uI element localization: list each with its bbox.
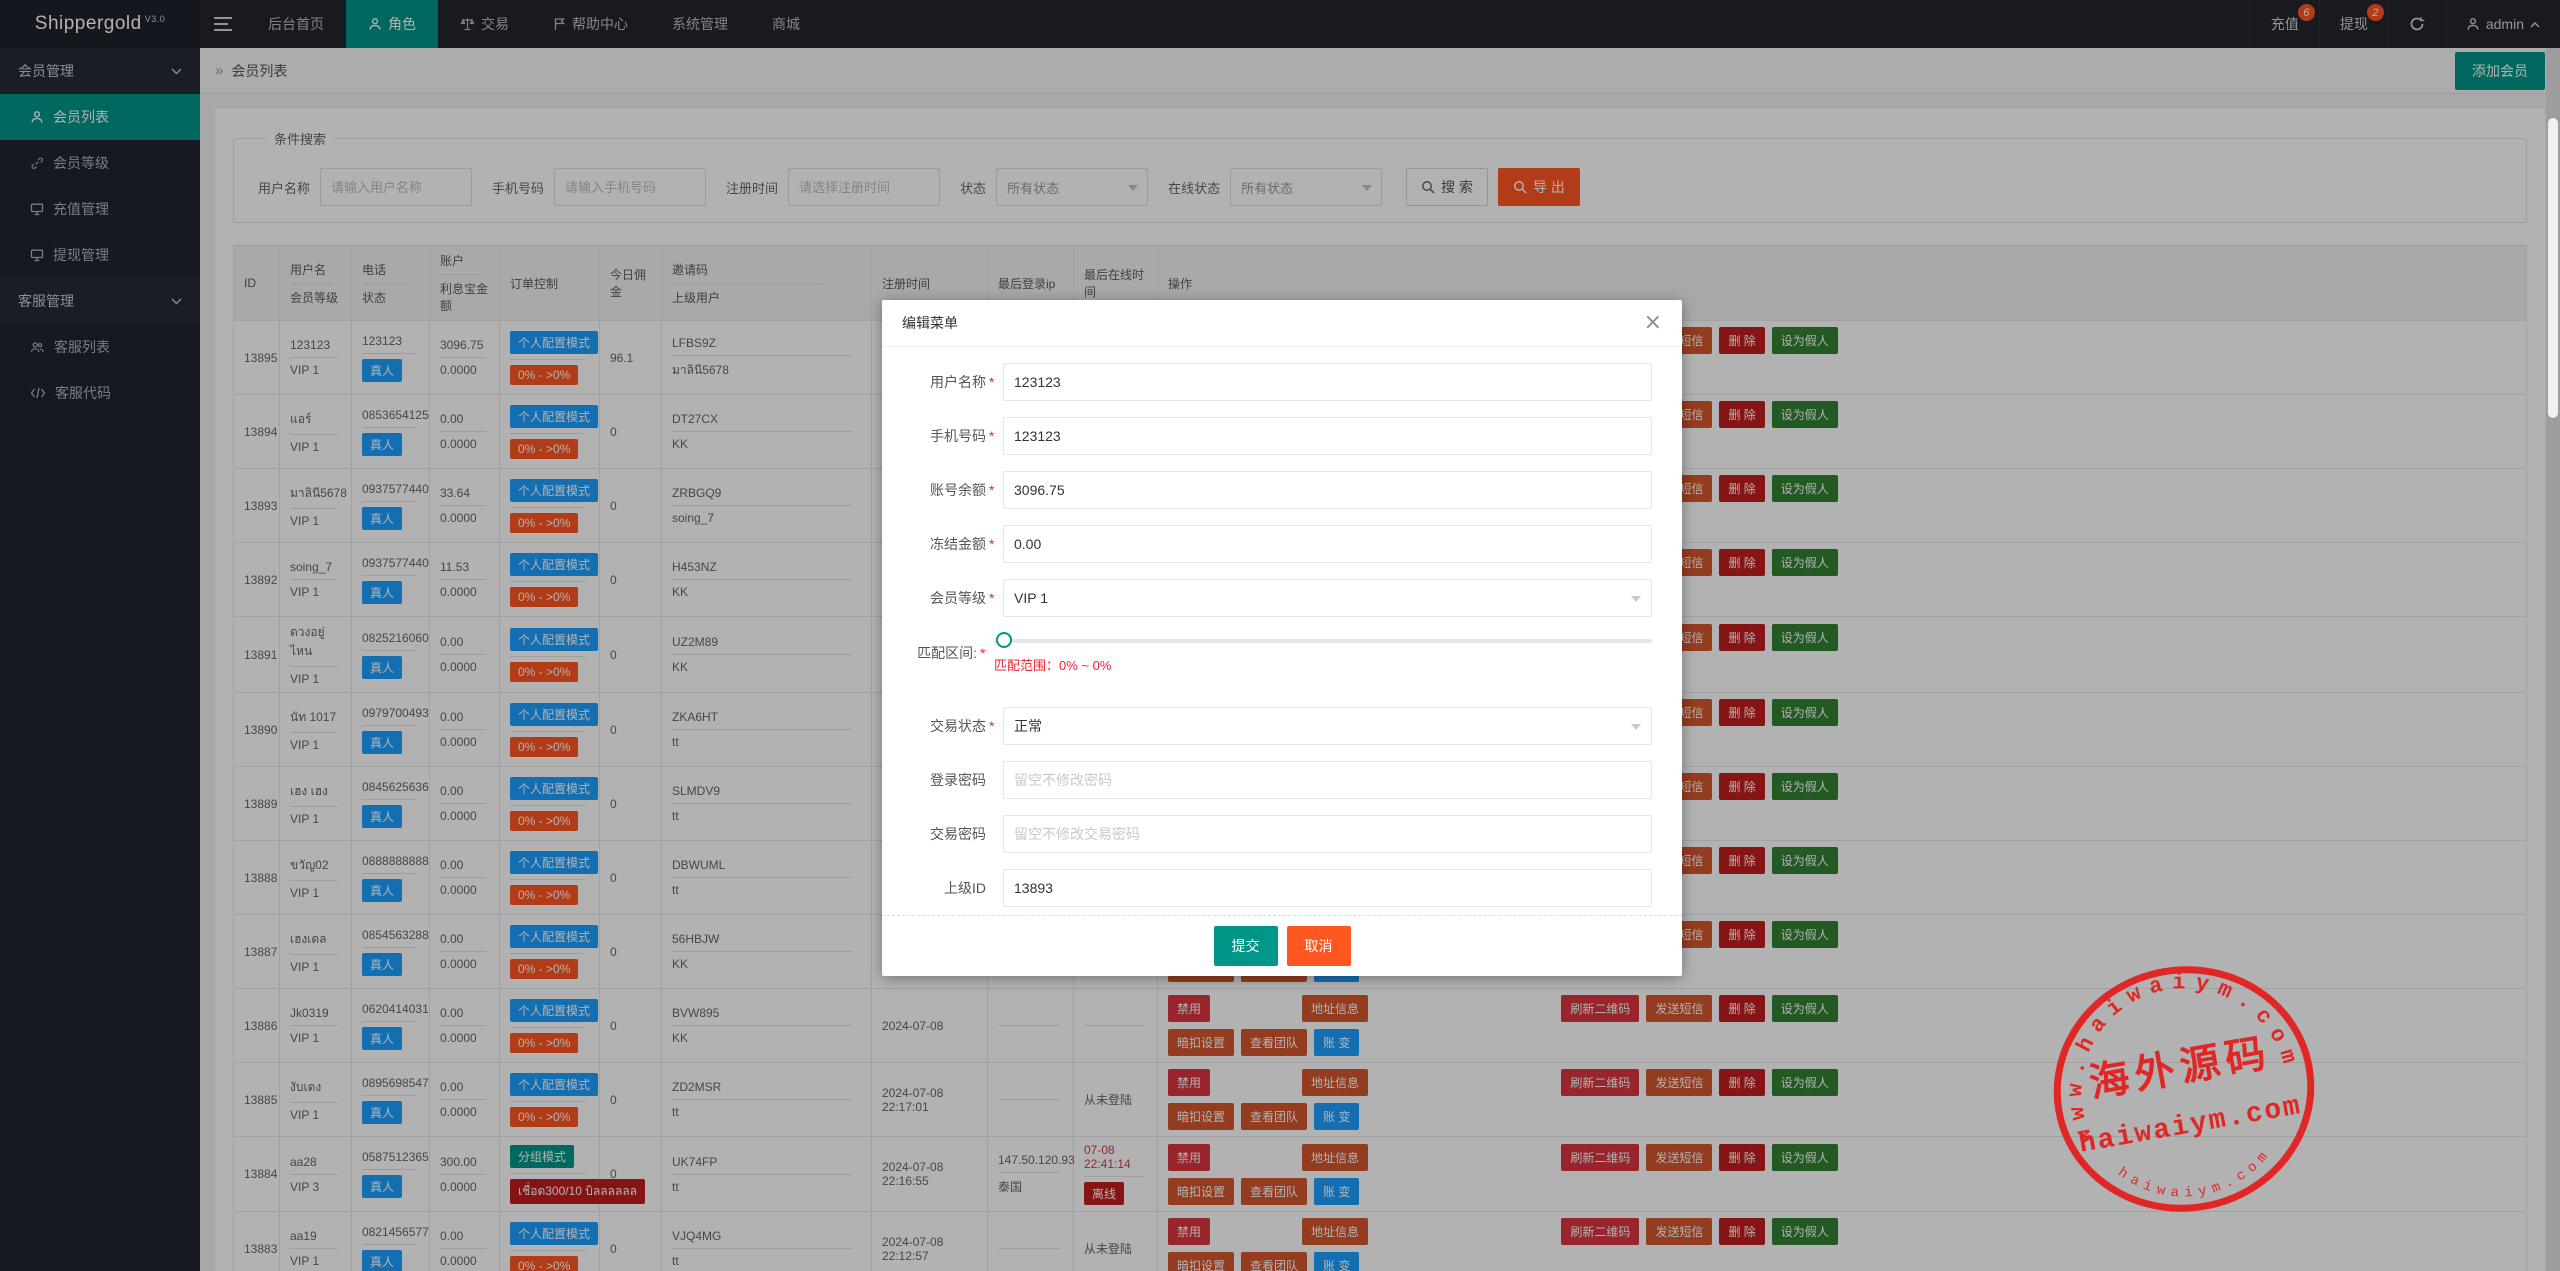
- match-range-slider[interactable]: [994, 632, 1652, 649]
- field-input[interactable]: [1003, 761, 1652, 800]
- field-label: 冻结金额: [930, 536, 986, 553]
- modal-title: 编辑菜单: [902, 315, 958, 332]
- field-label: 账号余额: [930, 482, 986, 499]
- required-mark: *: [989, 536, 995, 553]
- required-mark: *: [989, 590, 995, 607]
- scrollbar-thumb[interactable]: [2548, 118, 2558, 418]
- field-input[interactable]: [1003, 525, 1652, 564]
- field-input[interactable]: [1003, 471, 1652, 510]
- field-select[interactable]: 正常: [1003, 707, 1652, 746]
- required-mark: *: [989, 374, 995, 391]
- modal-form: 用户名称* 手机号码* 账号余额* 冻结金额* 会员等级* VIP 1 匹配区间…: [882, 347, 1682, 915]
- match-range-field: 匹配区间: * 匹配范围：0% ~ 0%: [882, 625, 1682, 699]
- field-label: 登录密码: [930, 772, 986, 789]
- field-select[interactable]: VIP 1: [1003, 579, 1652, 618]
- field-input[interactable]: [1003, 417, 1652, 456]
- field-label: 交易状态: [930, 718, 986, 735]
- field-label: 会员等级: [930, 590, 986, 607]
- select-value: 正常: [1014, 718, 1042, 735]
- field-label: 手机号码: [930, 428, 986, 445]
- form-field: 账号余额 *: [882, 463, 1682, 517]
- field-input[interactable]: [1003, 815, 1652, 854]
- field-label: 匹配区间:: [917, 645, 977, 662]
- field-label: 上级ID: [944, 880, 986, 897]
- form-field: 会员等级 * VIP 1: [882, 571, 1682, 625]
- required-mark: *: [989, 482, 995, 499]
- form-field: 上级ID: [882, 861, 1682, 915]
- screen: Shippergold V3.0 后台首页 角色 交易 帮助中心 系统管理 商城 充值 6 …: [0, 0, 2560, 1271]
- slider-handle[interactable]: [996, 632, 1012, 649]
- form-field: 交易密码: [882, 807, 1682, 861]
- edit-member-modal: 编辑菜单 × 用户名称* 手机号码* 账号余额* 冻结金额* 会员等级* VIP…: [882, 300, 1682, 976]
- form-field: 手机号码 *: [882, 409, 1682, 463]
- match-range-note: 匹配范围：0% ~ 0%: [994, 658, 1112, 674]
- required-mark: *: [989, 718, 995, 735]
- select-value: VIP 1: [1014, 590, 1048, 607]
- cancel-button[interactable]: 取消: [1286, 926, 1351, 967]
- form-field: 冻结金额 *: [882, 517, 1682, 571]
- modal-header: 编辑菜单 ×: [882, 300, 1682, 348]
- required-mark: *: [989, 428, 995, 445]
- submit-button[interactable]: 提交: [1213, 926, 1278, 967]
- form-field: 登录密码: [882, 753, 1682, 807]
- form-field: 交易状态 * 正常: [882, 699, 1682, 753]
- page-scrollbar[interactable]: [2546, 48, 2560, 1271]
- chevron-down-icon: [1631, 724, 1641, 731]
- required-mark: *: [980, 645, 986, 662]
- field-input[interactable]: [1003, 363, 1652, 402]
- chevron-down-icon: [1631, 596, 1641, 603]
- modal-footer: 提交 取消: [882, 915, 1682, 976]
- close-icon[interactable]: ×: [1644, 312, 1662, 334]
- field-label: 交易密码: [930, 826, 986, 843]
- form-field: 用户名称 *: [882, 355, 1682, 409]
- field-input[interactable]: [1003, 869, 1652, 908]
- field-label: 用户名称: [930, 374, 986, 391]
